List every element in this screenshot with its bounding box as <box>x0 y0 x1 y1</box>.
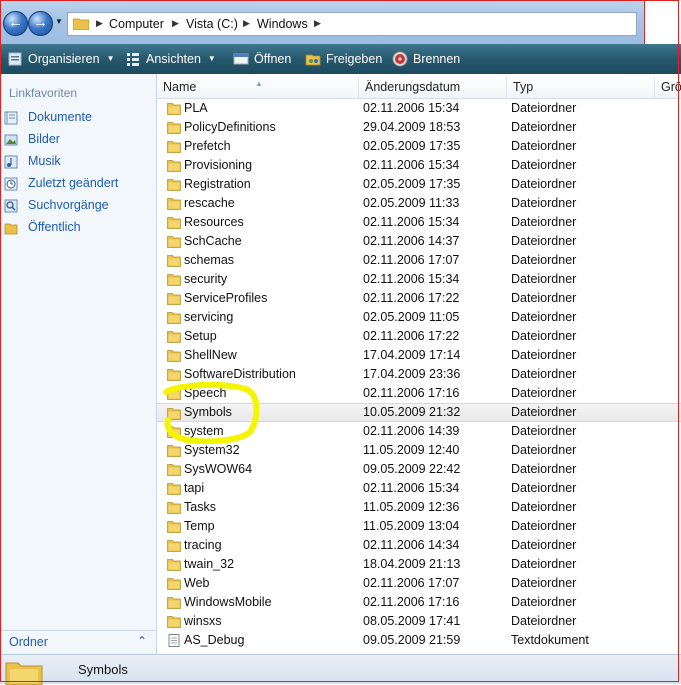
window-border <box>0 0 679 682</box>
